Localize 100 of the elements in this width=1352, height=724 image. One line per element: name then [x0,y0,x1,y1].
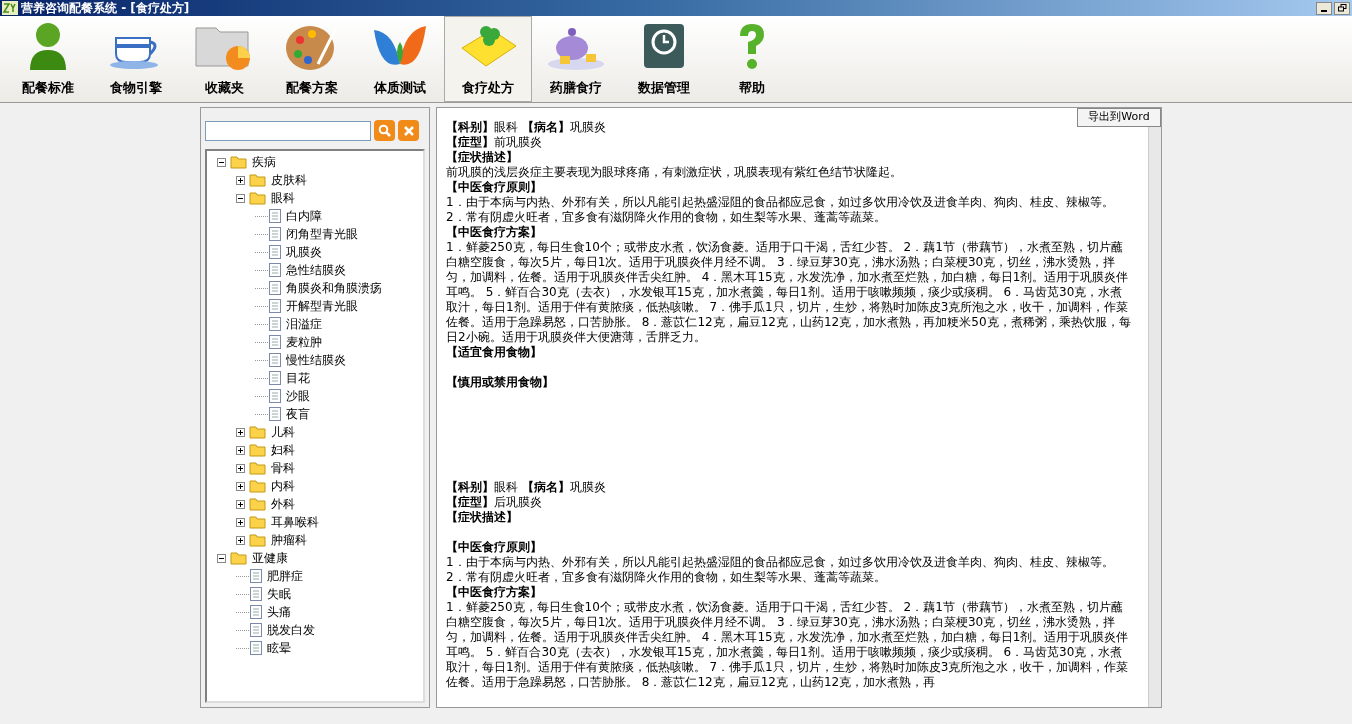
folder-icon [249,497,267,511]
document-paragraph: 1．鲜菱250克，每日生食10个；或带皮水煮，饮汤食菱。适用于口干渴，舌红少苔。 2．藕1节（带藕节），水煮至熟，切片蘸白糖空腹食，每次5片，每日1次。适用于巩膜炎伴月经不调。 3．绿豆芽30克，沸水汤熟；白菜梗30克，切丝，沸水烫熟，拌匀，加调料，佐餐。适用于巩膜炎伴舌尖红肿。 4．黑木耳15克，水发洗净，加水煮至烂熟，加白糖，每日1剂。适用于巩膜炎伴耳鸣。 5．鲜百合30克（去衣），水发银耳15克，加水煮羹，每日1剂。适用于咳嗽频频，痰少或痰稠。 6．马齿苋30克，水煮取汁，每日1剂。适用于伴有黄脓痰，低热咳嗽。 7．佛手瓜1只，切片，生炒，将熟时加陈皮3克所泡之水，收干，加调料，作菜佐餐。适用于急躁易怒，口苦胁胀。 8．薏苡仁12克，扁豆12克，山药12克，加水煮熟，再 [446,600,1130,690]
expander-icon[interactable] [236,193,245,203]
section-heading: 【中医食疗原则】 [446,180,543,195]
document-paragraph: 前巩膜的浅层炎症主要表现为眼球疼痛，有刺激症状，巩膜表现有紫红色结节状隆起。 [446,165,903,180]
expander-icon[interactable] [236,445,245,455]
folder-icon [249,173,267,187]
search-field[interactable] [205,120,371,141]
document-paragraph: 1．由于本病与内热、外邪有关，所以凡能引起热盛湿阻的食品都应忌食，如过多饮用冷饮及进食羊肉、狗肉、桂皮、辣椒等。 2．常有阴虚火旺者，宜多食有滋阴降火作用的食物，如生梨等水果、蓬蒿等蔬菜。 [446,555,1115,585]
minimize-button[interactable] [1316,1,1332,15]
tree-item[interactable]: 肥胖症 [267,567,303,585]
tree-item[interactable]: 泪溢症 [286,315,322,333]
window-title: 营养咨询配餐系统 - [食疗处方] [21,0,190,17]
document-icon [268,280,282,296]
expander-icon[interactable] [236,481,245,491]
tree-item[interactable]: 骨科 [271,459,295,477]
section-heading: 【症状描述】 [446,150,519,165]
document-line: 【症型】后巩膜炎 [446,495,543,510]
tree-item[interactable]: 目花 [286,369,310,387]
tree-item[interactable]: 沙眼 [286,387,310,405]
tree-item[interactable]: 外科 [271,495,295,513]
folder-icon [249,479,267,493]
document-icon [268,208,282,224]
restore-button[interactable] [1334,1,1350,15]
tree-item[interactable]: 妇科 [271,441,295,459]
document-icon [268,352,282,368]
section-heading: 【中医食疗方案】 [446,225,543,240]
expander-icon[interactable] [236,427,245,437]
tree-item[interactable]: 白内障 [286,207,322,225]
toolbar-button[interactable]: 数据管理 [620,16,708,102]
tree-item[interactable]: 疾病 [252,153,276,171]
tree-item[interactable]: 肿瘤科 [271,531,307,549]
document-icon [268,388,282,404]
tree-item[interactable]: 眼科 [271,189,295,207]
folder-icon [249,461,267,475]
tree-item[interactable]: 闭角型青光眼 [286,225,358,243]
toolbar-button[interactable]: 帮助 [708,16,796,102]
toolbar-button[interactable]: 食疗处方 [444,16,532,102]
folder-icon [249,425,267,439]
document-icon [249,622,263,638]
expander-icon[interactable] [217,553,226,563]
tree-item[interactable]: 巩膜炎 [286,243,322,261]
close-icon [402,124,415,137]
expander-icon[interactable] [236,499,245,509]
toolbar-button[interactable]: 配餐方案 [268,16,356,102]
expander-icon[interactable] [236,535,245,545]
tree-item[interactable]: 头痛 [267,603,291,621]
toolbar-button[interactable]: 收藏夹 [180,16,268,102]
document-icon [268,226,282,242]
document-paragraph: 1．鲜菱250克，每日生食10个；或带皮水煮，饮汤食菱。适用于口干渴，舌红少苔。 2．藕1节（带藕节），水煮至熟，切片蘸白糖空腹食，每次5片，每日1次。适用于巩膜炎伴月经不调。 3．绿豆芽30克，沸水汤熟；白菜梗30克，切丝，沸水烫熟，拌匀，加调料，佐餐。适用于巩膜炎伴舌尖红肿。 4．黑木耳15克，水发洗净，加水煮至烂熟，加白糖，每日1剂。适用于巩膜炎伴耳鸣。 5．鲜百合30克（去衣），水发银耳15克，加水煮羹，每日1剂。适用于咳嗽频频，痰少或痰稠。 6．马齿苋30克，水煮取汁，每日1剂。适用于伴有黄脓痰，低热咳嗽。 7．佛手瓜1只，切片，生炒，将熟时加陈皮3克所泡之水，收干，加调料，作菜佐餐。适用于急躁易怒，口苦胁胀。 8．薏苡仁12克，扁豆12克，山药12克，加水煮熟，再加粳米50克，煮稀粥，乘热饮服，每日2小碗。适用于巩膜炎伴大便溏薄，舌胖乏力。 [446,240,1132,345]
tree-item[interactable]: 夜盲 [286,405,310,423]
tree-item[interactable]: 失眠 [267,585,291,603]
document-icon [268,244,282,260]
tree-item[interactable]: 儿科 [271,423,295,441]
document-icon [268,298,282,314]
tree-item[interactable]: 开解型青光眼 [286,297,358,315]
app-icon [2,1,18,15]
tree-item[interactable]: 皮肤科 [271,171,307,189]
document-line: 【症型】前巩膜炎 [446,135,543,150]
tree-item[interactable]: 急性结膜炎 [286,261,346,279]
expander-icon[interactable] [236,517,245,527]
section-heading: 【症状描述】 [446,510,519,525]
tree-item[interactable]: 慢性结膜炎 [286,351,346,369]
document-icon [268,334,282,350]
export-button[interactable]: 导出到Word [1077,108,1161,127]
document-line: 【科别】眼科 【病名】巩膜炎 [446,480,607,495]
section-heading: 【中医食疗方案】 [446,585,543,600]
tree-item[interactable]: 内科 [271,477,295,495]
folder-icon [249,443,267,457]
tree-item[interactable]: 角膜炎和角膜溃疡 [286,279,382,297]
tree-item[interactable]: 眩晕 [267,639,291,657]
document-icon [268,262,282,278]
tree-item[interactable]: 麦粒肿 [286,333,322,351]
expander-icon[interactable] [236,175,245,185]
folder-icon [249,533,267,547]
toolbar-button[interactable]: 配餐标准 [4,16,92,102]
expander-icon[interactable] [236,463,245,473]
document-icon [249,640,263,656]
section-heading: 【中医食疗原则】 [446,540,543,555]
toolbar-button[interactable]: 体质测试 [356,16,444,102]
folder-icon [249,515,267,529]
folder-icon [249,191,267,205]
folder-icon [230,551,248,565]
document-line: 【科别】眼科 【病名】巩膜炎 [446,120,607,135]
document-icon [268,370,282,386]
tree-item[interactable]: 耳鼻喉科 [271,513,319,531]
expander-icon[interactable] [217,157,226,167]
document-icon [249,604,263,620]
document-icon [268,316,282,332]
tree-item[interactable]: 亚健康 [252,549,288,567]
section-heading: 【慎用或禁用食物】 [446,375,555,390]
tree-item[interactable]: 脱发白发 [267,621,315,639]
section-heading: 【适宜食用食物】 [446,345,543,360]
search-icon [378,124,391,137]
document-paragraph: 1．由于本病与内热、外邪有关，所以凡能引起热盛湿阻的食品都应忌食，如过多饮用冷饮及进食羊肉、狗肉、桂皮、辣椒等。 2．常有阴虚火旺者，宜多食有滋阴降火作用的食物，如生梨等水果、蓬蒿等蔬菜。 [446,195,1115,225]
document-icon [249,568,263,584]
toolbar-button[interactable]: 食物引擎 [92,16,180,102]
toolbar-button[interactable]: 药膳食疗 [532,16,620,102]
document-icon [268,406,282,422]
folder-icon [230,155,248,169]
